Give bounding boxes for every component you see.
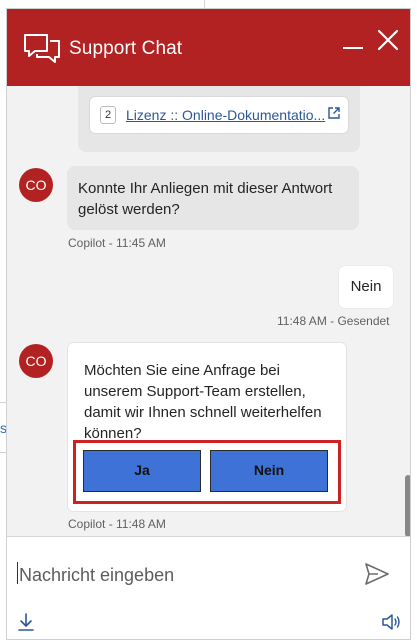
speaker-icon[interactable] (381, 613, 401, 631)
chat-header: Support Chat (7, 9, 410, 86)
message-text: Konnte Ihr Anliegen mit dieser Antwort g… (78, 180, 333, 218)
text-caret (17, 562, 18, 584)
bot-avatar: CO (19, 344, 53, 378)
reference-card: 2 Lizenz :: Online-Dokumentatio... (78, 86, 360, 152)
reference-number: 2 (100, 106, 116, 124)
minimize-icon (343, 47, 363, 49)
message-meta: Copilot - 11:45 AM (68, 236, 166, 250)
user-message: Nein (339, 266, 393, 308)
chat-bubbles-icon (24, 34, 60, 63)
message-list[interactable]: 2 Lizenz :: Online-Dokumentatio... CO Ko… (7, 86, 410, 536)
message-text: Nein (350, 278, 382, 295)
composer (7, 536, 410, 639)
scrollbar-thumb[interactable] (405, 475, 410, 537)
background-divider (204, 0, 205, 8)
message-meta: 11:48 AM - Gesendet (277, 314, 390, 328)
external-link-icon (328, 107, 340, 119)
message-input[interactable] (17, 559, 361, 591)
message-text: Möchten Sie eine Anfrage bei unserem Sup… (84, 362, 322, 442)
reference-item[interactable]: 2 Lizenz :: Online-Dokumentatio... (89, 96, 349, 134)
bot-avatar: CO (19, 168, 53, 202)
bot-message: Konnte Ihr Anliegen mit dieser Antwort g… (67, 166, 359, 230)
yes-button[interactable]: Ja (83, 450, 201, 492)
send-icon[interactable] (364, 562, 390, 586)
close-icon[interactable] (377, 29, 399, 51)
download-icon[interactable] (17, 613, 35, 631)
chat-title: Support Chat (69, 38, 183, 59)
no-button[interactable]: Nein (210, 450, 328, 492)
message-meta: Copilot - 11:48 AM (68, 517, 166, 531)
reference-link[interactable]: Lizenz :: Online-Dokumentatio... (126, 107, 325, 123)
minimize-button[interactable] (343, 37, 365, 59)
chat-widget: Support Chat 2 Lizenz :: Online-Dokument… (6, 8, 411, 640)
